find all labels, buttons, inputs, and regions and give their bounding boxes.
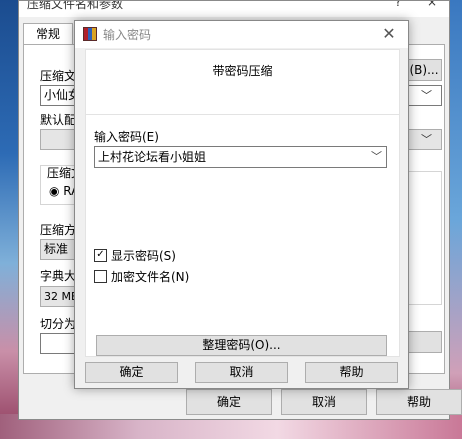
password-value: 上村花论坛看小姐姐 — [98, 150, 207, 164]
dialog-titlebar: 输入密码 ✕ — [75, 21, 408, 48]
encrypt-filenames-label: 加密文件名(N) — [111, 270, 190, 284]
encrypt-filenames-checkbox[interactable]: 加密文件名(N) — [94, 269, 189, 285]
winrar-logo-icon — [83, 27, 97, 41]
password-input[interactable]: 上村花论坛看小姐姐 ﹀ — [94, 146, 387, 168]
options-group — [406, 171, 442, 305]
checkbox-unchecked-icon[interactable] — [94, 270, 107, 283]
desktop-wallpaper-right — [450, 0, 462, 439]
method-value: 标准 — [44, 242, 69, 256]
set-password-button[interactable] — [406, 331, 442, 353]
method-label: 压缩方 — [40, 223, 77, 237]
chevron-down-icon: ﹀ — [421, 133, 432, 146]
show-password-checkbox[interactable]: ✓ 显示密码(S) — [94, 248, 176, 264]
divider — [86, 114, 399, 115]
checkbox-checked-icon[interactable]: ✓ — [94, 249, 107, 262]
help-button[interactable]: 帮助 — [376, 389, 462, 415]
cancel-button[interactable]: 取消 — [281, 389, 367, 415]
dialog-help-button[interactable]: 帮助 — [305, 362, 398, 383]
split-volumes-label: 切分为 — [40, 317, 77, 331]
dialog-ok-button[interactable]: 确定 — [85, 362, 178, 383]
help-icon[interactable]: ? — [395, 1, 401, 9]
chevron-down-icon: ﹀ — [421, 89, 432, 102]
archive-name-label: 压缩文 — [40, 69, 77, 83]
dialog-cancel-button[interactable]: 取消 — [195, 362, 288, 383]
password-label: 输入密码(E) — [94, 130, 159, 144]
tab-general[interactable]: 常规 — [23, 23, 73, 45]
browse-button[interactable]: (B)... — [406, 59, 442, 81]
organize-passwords-button[interactable]: 整理密码(O)... — [96, 335, 387, 356]
close-icon[interactable]: ✕ — [377, 22, 401, 46]
archive-name-dropdown[interactable]: ﹀ — [406, 85, 442, 106]
desktop-wallpaper-left — [0, 0, 18, 439]
profile-dropdown-arrow[interactable]: ﹀ — [406, 129, 442, 150]
chevron-down-icon[interactable]: ﹀ — [371, 147, 382, 167]
ok-button[interactable]: 确定 — [186, 389, 272, 415]
close-icon[interactable]: × — [427, 1, 437, 9]
archive-params-title: 压缩文件名和参数 — [27, 1, 124, 11]
dialog-title: 输入密码 — [103, 28, 152, 42]
enter-password-dialog: 输入密码 ✕ 带密码压缩 输入密码(E) 上村花论坛看小姐姐 ﹀ ✓ 显示密码(S… — [74, 20, 409, 389]
show-password-label: 显示密码(S) — [111, 249, 176, 263]
profile-label: 默认配 — [40, 113, 77, 127]
dialog-heading: 带密码压缩 — [212, 64, 273, 78]
archive-params-titlebar: 压缩文件名和参数 ? × — [19, 1, 449, 17]
password-panel: 带密码压缩 输入密码(E) 上村花论坛看小姐姐 ﹀ ✓ 显示密码(S) 加密文件名… — [85, 49, 400, 357]
dictionary-size-label: 字典大 — [40, 269, 77, 283]
